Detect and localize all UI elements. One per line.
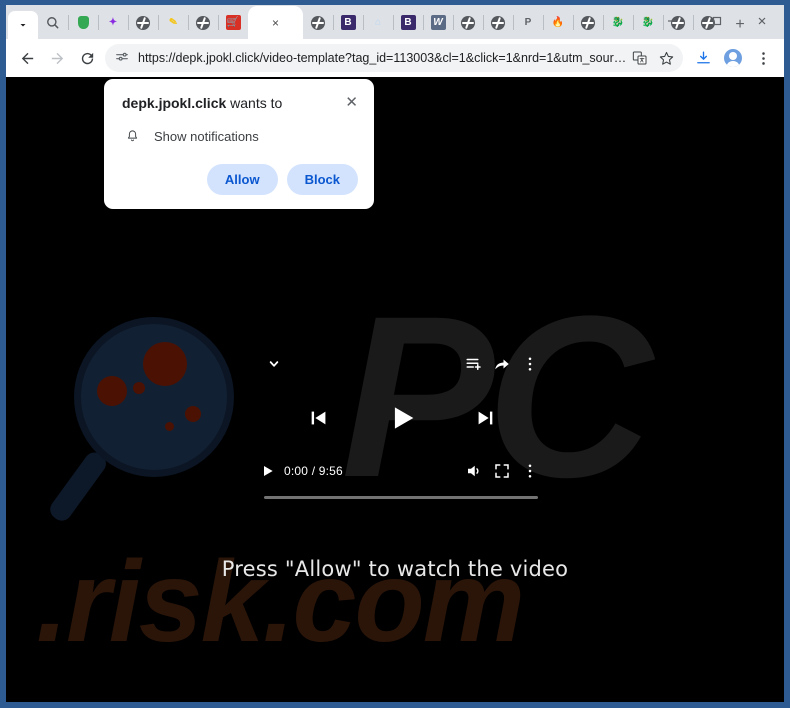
player-top-bar bbox=[254, 339, 550, 389]
globe-icon bbox=[311, 15, 326, 30]
browser: ✦ ✎ 🛒 × B ⌂ B W P 🔥 🐉 🐉 + https://depk.j… bbox=[6, 5, 784, 702]
close-icon[interactable]: ✕ bbox=[345, 95, 358, 110]
tab-search-button[interactable] bbox=[8, 11, 38, 39]
globe-icon bbox=[196, 15, 211, 30]
tab-item[interactable]: B bbox=[393, 6, 423, 39]
dialog-title: depk.jpokl.click wants to bbox=[122, 94, 337, 112]
add-to-queue-icon[interactable] bbox=[460, 350, 488, 378]
bolt-icon: ✦ bbox=[108, 16, 118, 28]
tab-item[interactable] bbox=[38, 6, 68, 39]
tab-item[interactable] bbox=[188, 6, 218, 39]
skip-next-icon[interactable] bbox=[474, 407, 496, 434]
video-player: 0:00 / 9:56 bbox=[254, 339, 550, 507]
bitdefender-icon: B bbox=[400, 15, 416, 30]
reload-button[interactable] bbox=[72, 43, 102, 73]
tab-item[interactable]: ✦ bbox=[98, 6, 128, 39]
browser-window-frame: ✦ ✎ 🛒 × B ⌂ B W P 🔥 🐉 🐉 + https://depk.j… bbox=[0, 0, 790, 708]
tune-settings-icon[interactable] bbox=[114, 50, 130, 66]
tab-item[interactable] bbox=[453, 6, 483, 39]
minimize-button[interactable] bbox=[649, 5, 694, 37]
reload-icon bbox=[81, 52, 93, 64]
profile-button[interactable] bbox=[718, 43, 748, 73]
arrow-left-icon bbox=[21, 52, 33, 64]
globe-icon bbox=[461, 15, 476, 30]
block-button[interactable]: Block bbox=[286, 164, 358, 196]
star-icon[interactable] bbox=[653, 45, 679, 71]
tab-item[interactable]: ✎ bbox=[158, 6, 188, 39]
dialog-title-suffix: wants to bbox=[226, 95, 283, 111]
arrow-right-icon bbox=[51, 52, 63, 64]
cart-icon: 🛒 bbox=[225, 15, 241, 30]
download-button[interactable] bbox=[688, 43, 718, 73]
tab-item[interactable]: 🛒 bbox=[218, 6, 248, 39]
volume-up-icon[interactable] bbox=[460, 457, 488, 485]
three-dots-vertical-icon[interactable] bbox=[516, 350, 544, 378]
player-bottom-bar: 0:00 / 9:56 bbox=[254, 457, 550, 485]
three-dots-vertical-icon bbox=[761, 51, 765, 65]
dialog-origin: depk.jpokl.click bbox=[122, 95, 227, 111]
tab-strip: ✦ ✎ 🛒 × B ⌂ B W P 🔥 🐉 🐉 + bbox=[6, 5, 784, 39]
tab-item[interactable]: P bbox=[513, 6, 543, 39]
tab-item[interactable]: W bbox=[423, 6, 453, 39]
flame-icon: 🔥 bbox=[551, 16, 565, 28]
chevron-down-icon bbox=[20, 24, 26, 27]
progress-bar[interactable] bbox=[264, 496, 538, 499]
tab-item[interactable]: 🔥 bbox=[543, 6, 573, 39]
tab-item[interactable] bbox=[303, 6, 333, 39]
tab-item[interactable]: 🐉 bbox=[603, 6, 633, 39]
globe-icon bbox=[581, 15, 596, 30]
tab-item[interactable]: ⌂ bbox=[363, 6, 393, 39]
globe-icon bbox=[491, 15, 506, 30]
close-button[interactable] bbox=[739, 5, 784, 37]
url-text[interactable]: https://depk.jpokl.click/video-template?… bbox=[138, 51, 627, 65]
shield-icon bbox=[76, 15, 91, 30]
tab-item[interactable]: B bbox=[333, 6, 363, 39]
tab-item[interactable] bbox=[68, 6, 98, 39]
close-icon[interactable]: × bbox=[272, 17, 279, 29]
active-tab[interactable]: × bbox=[248, 6, 303, 39]
browser-toolbar: https://depk.jpokl.click/video-template?… bbox=[6, 39, 784, 77]
tab-item[interactable] bbox=[573, 6, 603, 39]
time-display: 0:00 / 9:56 bbox=[284, 464, 343, 478]
notification-permission-dialog: depk.jpokl.click wants to ✕ Show notific… bbox=[104, 79, 374, 210]
wordpress-icon: W bbox=[430, 15, 446, 30]
play-icon[interactable] bbox=[260, 457, 276, 485]
fullscreen-icon[interactable] bbox=[488, 457, 516, 485]
window-controls bbox=[649, 5, 784, 37]
forward-button[interactable] bbox=[42, 43, 72, 73]
translate-icon[interactable] bbox=[627, 45, 653, 71]
pencil-icon: ✎ bbox=[167, 15, 178, 29]
page-headline: Press "Allow" to watch the video bbox=[221, 557, 569, 581]
maximize-button[interactable] bbox=[694, 5, 739, 37]
chrome-menu-button[interactable] bbox=[748, 43, 778, 73]
page-content: PC .risk.com 0:00 / 9:56 Press "Allow" t… bbox=[6, 77, 784, 702]
permission-request-label: Show notifications bbox=[154, 129, 259, 145]
bitdefender-icon: B bbox=[340, 15, 356, 30]
chevron-down-icon[interactable] bbox=[260, 350, 288, 378]
globe-icon bbox=[136, 15, 151, 30]
tab-item[interactable] bbox=[128, 6, 158, 39]
tab-item[interactable] bbox=[483, 6, 513, 39]
permission-request-row: Show notifications bbox=[122, 129, 358, 144]
avatar-icon bbox=[724, 49, 742, 67]
share-arrow-icon[interactable] bbox=[488, 350, 516, 378]
address-bar[interactable]: https://depk.jpokl.click/video-template?… bbox=[105, 44, 683, 72]
house-icon: ⌂ bbox=[374, 16, 382, 28]
three-dots-vertical-icon[interactable] bbox=[516, 457, 544, 485]
search-globe-icon bbox=[46, 15, 61, 30]
skip-previous-icon[interactable] bbox=[308, 407, 330, 434]
magnifier-icon bbox=[46, 317, 241, 532]
dragon-icon: 🐉 bbox=[611, 16, 625, 28]
player-transport-controls bbox=[254, 401, 550, 440]
p-letter-icon: P bbox=[524, 17, 532, 28]
allow-button[interactable]: Allow bbox=[206, 164, 278, 196]
bell-icon bbox=[122, 129, 142, 144]
download-icon bbox=[696, 50, 710, 63]
play-icon[interactable] bbox=[385, 401, 419, 440]
back-button[interactable] bbox=[12, 43, 42, 73]
